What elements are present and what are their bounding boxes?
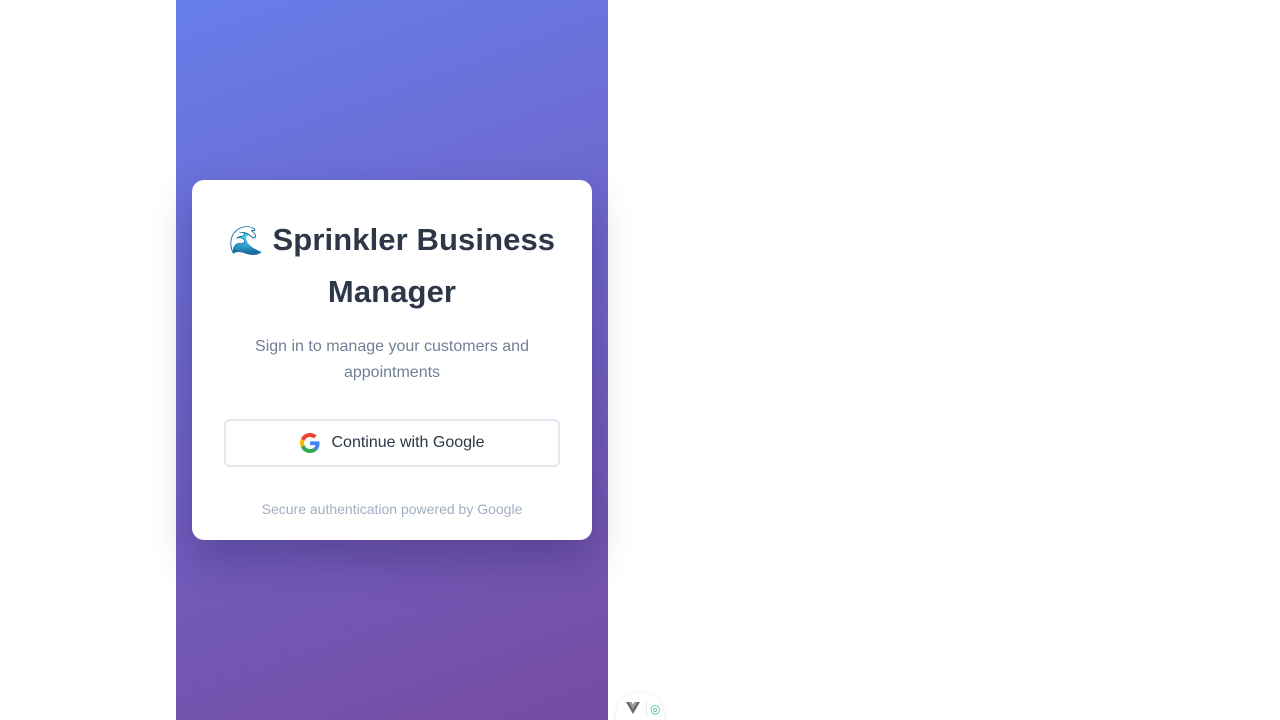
google-signin-button[interactable]: Continue with Google xyxy=(224,419,560,467)
google-signin-label: Continue with Google xyxy=(331,434,485,451)
devtools-toggle-button[interactable]: ◎ xyxy=(616,692,664,720)
inspector-icon: ◎ xyxy=(650,702,661,716)
page: 🌊 Sprinkler Business Manager Sign in to … xyxy=(0,0,1280,720)
page-title: 🌊 Sprinkler Business Manager xyxy=(224,214,560,317)
vue-devtools-icon xyxy=(626,702,640,714)
devtools-divider xyxy=(646,702,647,716)
google-g-icon xyxy=(299,433,320,453)
page-title-text: Sprinkler Business Manager xyxy=(272,222,556,309)
login-card: 🌊 Sprinkler Business Manager Sign in to … xyxy=(192,180,592,540)
wave-emoji-icon: 🌊 xyxy=(228,224,264,257)
app-viewport: 🌊 Sprinkler Business Manager Sign in to … xyxy=(176,0,608,720)
auth-footer-note: Secure authentication powered by Google xyxy=(261,501,523,517)
login-subtitle: Sign in to manage your customers and app… xyxy=(255,338,529,381)
